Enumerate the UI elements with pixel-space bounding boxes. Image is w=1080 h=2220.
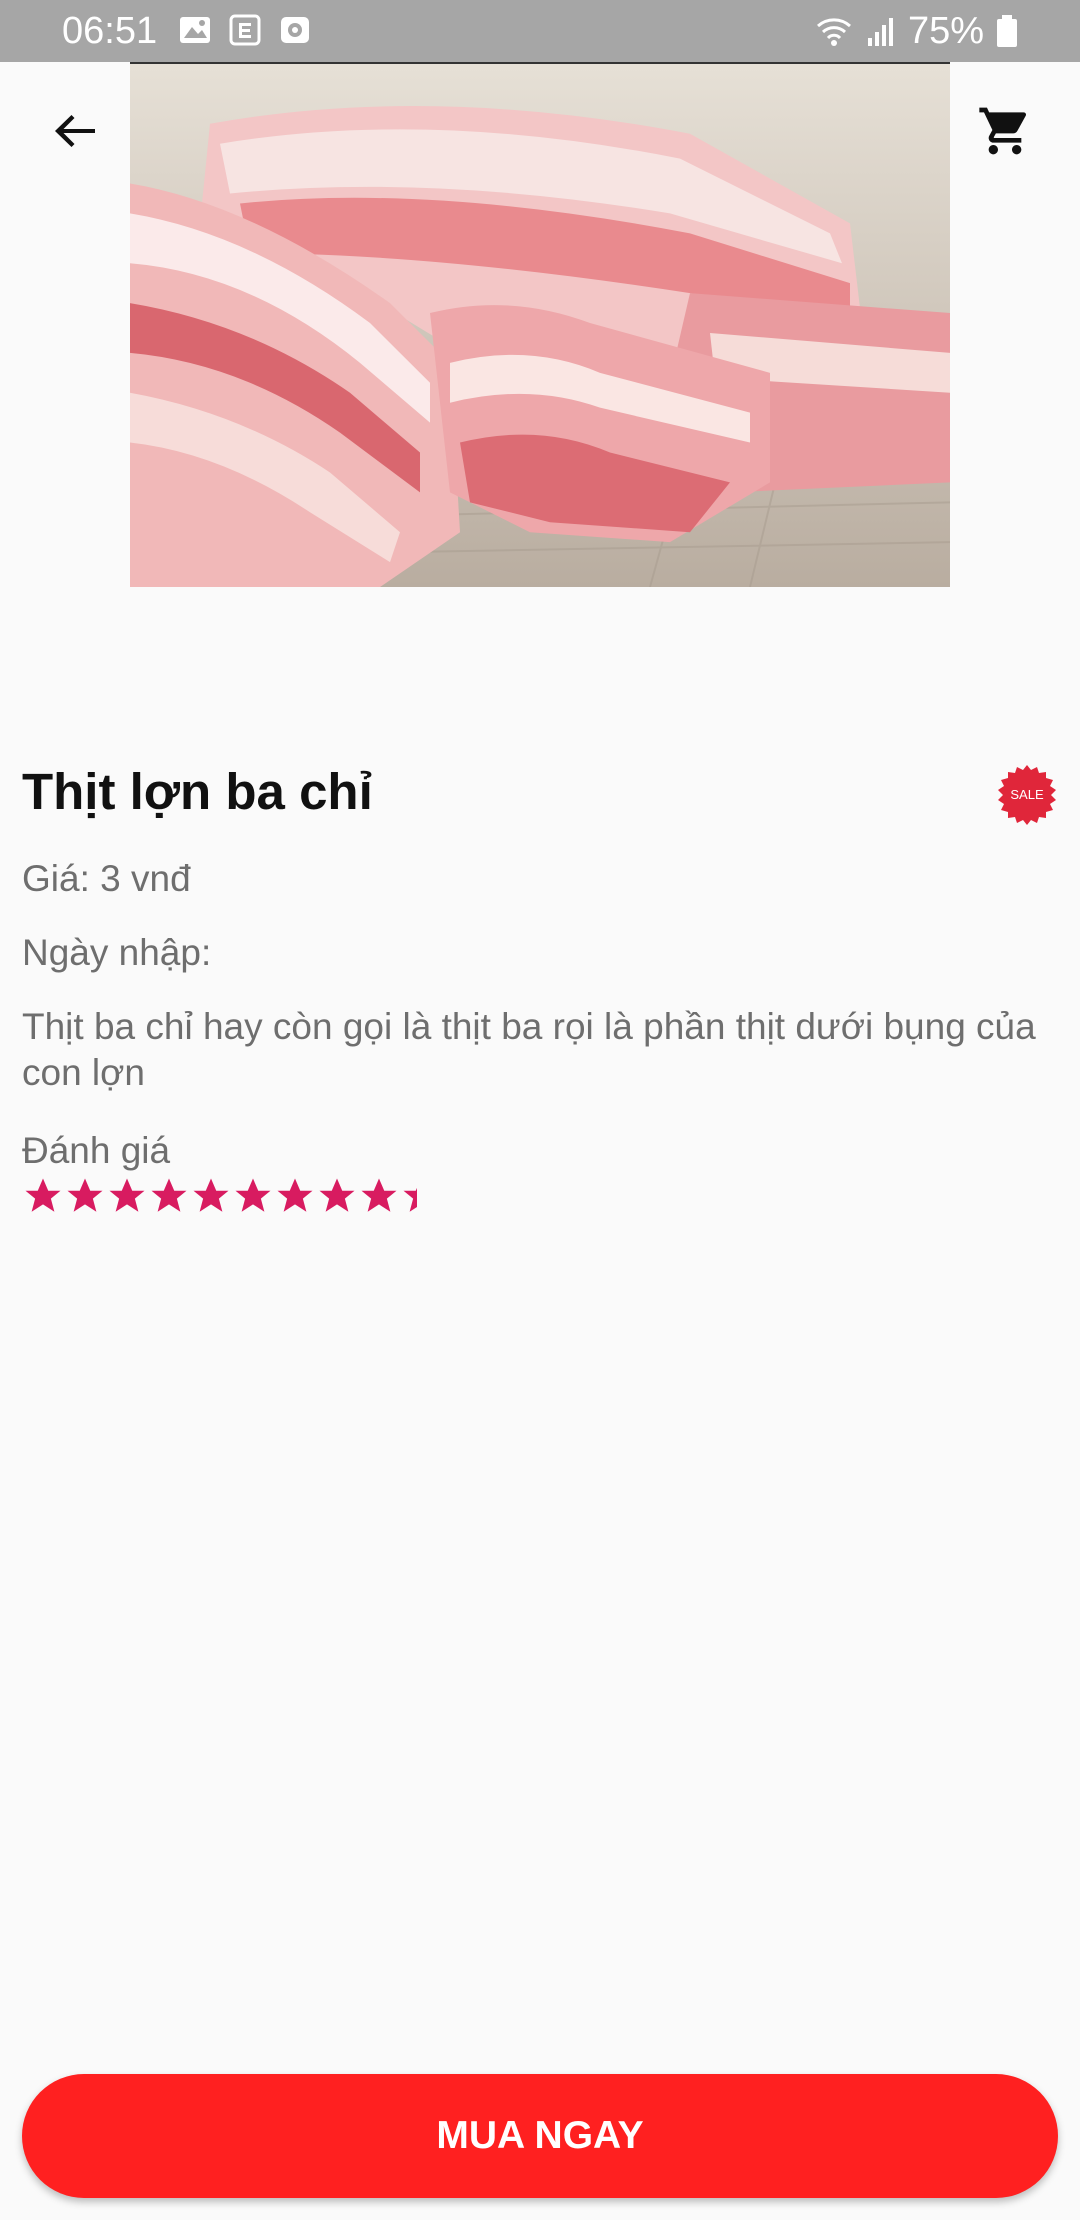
star-icon <box>403 1187 417 1212</box>
status-bar: 06:51 75% <box>0 0 1080 62</box>
star-icon <box>277 1178 313 1212</box>
wifi-icon <box>816 18 851 46</box>
star-icon <box>109 1178 145 1212</box>
image-icon <box>180 17 210 43</box>
star-icon <box>319 1178 355 1212</box>
product-description: Thịt ba chỉ hay còn gọi là thịt ba rọi l… <box>22 1006 1036 1093</box>
cart-button[interactable] <box>970 96 1040 166</box>
signal-icon <box>867 18 893 46</box>
clock-app-icon <box>281 17 309 43</box>
battery-icon <box>997 15 1017 47</box>
status-system-icons: 75% <box>814 8 1018 54</box>
shopping-cart-icon <box>979 107 1027 155</box>
star-icon <box>67 1178 103 1212</box>
product-price: Giá: 3 vnđ <box>22 858 191 899</box>
status-time: 06:51 <box>62 10 158 52</box>
back-button[interactable] <box>40 96 110 166</box>
star-icon <box>193 1178 229 1212</box>
product-import-date: Ngày nhập: <box>22 932 212 973</box>
rating-label: Đánh giá <box>22 1130 171 1171</box>
status-notification-icons <box>178 14 312 46</box>
sale-badge: SALE <box>998 765 1056 825</box>
buy-now-button[interactable]: MUA NGAY <box>22 2074 1058 2198</box>
product-title: Thịt lợn ba chỉ <box>22 763 373 820</box>
rating-stars <box>22 1175 417 1221</box>
product-image <box>130 62 950 587</box>
star-icon <box>151 1178 187 1212</box>
star-icon <box>25 1178 61 1212</box>
star-icon <box>361 1178 397 1212</box>
arrow-left-icon <box>55 115 95 147</box>
star-icon <box>235 1178 271 1212</box>
sale-badge-label: SALE <box>1010 787 1044 802</box>
news-icon <box>229 14 261 46</box>
battery-percent: 75% <box>907 10 984 52</box>
